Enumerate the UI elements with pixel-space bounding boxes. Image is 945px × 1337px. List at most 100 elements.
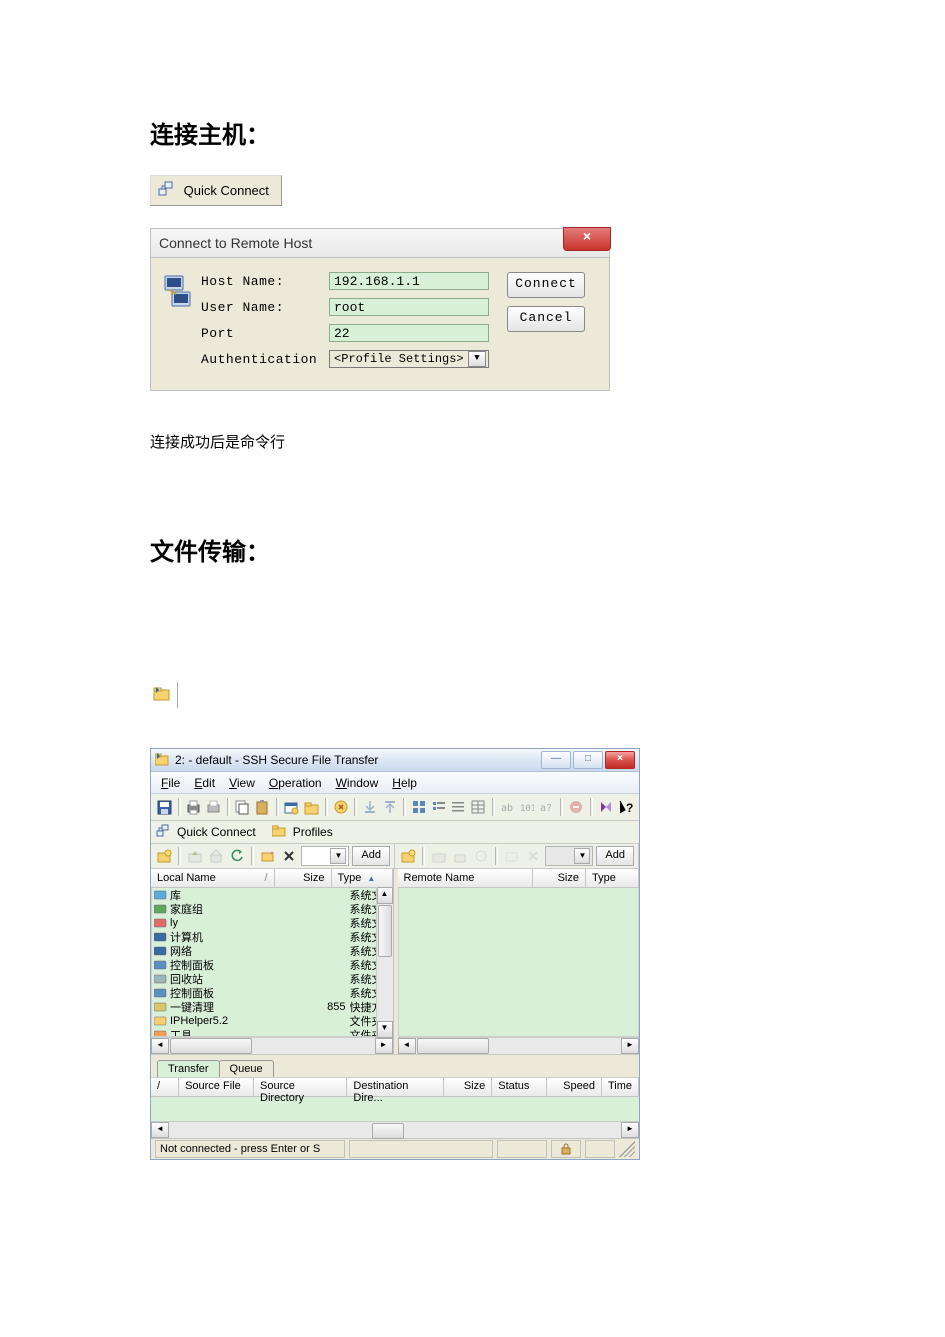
- new-folder-icon[interactable]: [155, 847, 173, 865]
- scroll-thumb[interactable]: [378, 905, 392, 957]
- local-path-input[interactable]: ▼: [301, 846, 349, 866]
- refresh-icon[interactable]: [472, 847, 490, 865]
- stop-icon[interactable]: [568, 798, 585, 816]
- menu-edit[interactable]: Edit: [194, 776, 215, 790]
- upload-icon[interactable]: [382, 798, 399, 816]
- scroll-left-icon[interactable]: ◄: [151, 1038, 169, 1054]
- col-source-dir[interactable]: Source Directory: [254, 1078, 347, 1096]
- list-item[interactable]: 一键清理855快捷方: [152, 1000, 392, 1014]
- scroll-thumb[interactable]: [417, 1038, 489, 1054]
- remote-file-list[interactable]: [398, 888, 640, 1037]
- col-size[interactable]: Size: [444, 1078, 492, 1096]
- small-icons-icon[interactable]: [431, 798, 448, 816]
- new-folder2-icon[interactable]: [503, 847, 521, 865]
- remote-add-button[interactable]: Add: [596, 846, 634, 866]
- help-topics-icon[interactable]: [598, 798, 615, 816]
- quick-connect-button[interactable]: Quick Connect: [150, 175, 282, 206]
- minimize-button[interactable]: —: [541, 751, 571, 769]
- list-item[interactable]: 控制面板系统文: [152, 986, 392, 1000]
- file-transfer-icon[interactable]: [150, 682, 178, 708]
- quick-connect-label[interactable]: Quick Connect: [177, 825, 256, 839]
- home-icon[interactable]: [207, 847, 225, 865]
- cancel-button[interactable]: Cancel: [507, 306, 585, 332]
- scroll-left-icon[interactable]: ◄: [151, 1122, 169, 1138]
- close-button[interactable]: ×: [605, 751, 635, 769]
- scroll-right-icon[interactable]: ►: [621, 1122, 639, 1138]
- remote-hscroll[interactable]: ◄ ►: [398, 1037, 640, 1054]
- large-icons-icon[interactable]: [411, 798, 428, 816]
- context-help-icon[interactable]: ?: [617, 798, 634, 816]
- up-icon[interactable]: [186, 847, 204, 865]
- list-item[interactable]: 回收站系统文: [152, 972, 392, 986]
- save-icon[interactable]: [156, 798, 173, 816]
- col-remote-type[interactable]: Type: [586, 869, 639, 887]
- col-source-file[interactable]: Source File: [179, 1078, 254, 1096]
- maximize-button[interactable]: □: [573, 751, 603, 769]
- col-remote-name[interactable]: Remote Name: [398, 869, 534, 887]
- resize-grip[interactable]: [619, 1141, 635, 1157]
- print-preview-icon[interactable]: [205, 798, 222, 816]
- port-input[interactable]: [329, 324, 489, 342]
- col-speed[interactable]: Speed: [547, 1078, 602, 1096]
- menu-file[interactable]: FFileile: [161, 776, 180, 790]
- scroll-thumb[interactable]: [170, 1038, 252, 1054]
- up-icon[interactable]: [430, 847, 448, 865]
- refresh-icon[interactable]: [228, 847, 246, 865]
- new-terminal-icon[interactable]: [284, 798, 301, 816]
- paste-icon[interactable]: [254, 798, 271, 816]
- tab-transfer[interactable]: Transfer: [157, 1060, 220, 1077]
- menu-window[interactable]: Window: [336, 776, 379, 790]
- scroll-thumb[interactable]: [372, 1123, 404, 1139]
- list-item[interactable]: 计算机系统文: [152, 930, 392, 944]
- new-folder-icon[interactable]: [399, 847, 417, 865]
- new-file-transfer-icon[interactable]: [303, 798, 320, 816]
- disconnect-icon[interactable]: [333, 798, 350, 816]
- tab-queue[interactable]: Queue: [219, 1060, 274, 1077]
- scroll-down-icon[interactable]: ▼: [377, 1021, 393, 1038]
- scroll-up-icon[interactable]: ▲: [377, 887, 393, 904]
- delete-icon[interactable]: [280, 847, 298, 865]
- menu-view[interactable]: View: [229, 776, 255, 790]
- scroll-right-icon[interactable]: ►: [375, 1038, 393, 1054]
- col-dest-dir[interactable]: Destination Dire...: [347, 1078, 444, 1096]
- local-vscroll[interactable]: ▲ ▼: [376, 887, 393, 1038]
- transfer-body[interactable]: [151, 1097, 639, 1122]
- download-icon[interactable]: [362, 798, 379, 816]
- print-icon[interactable]: [186, 798, 203, 816]
- local-file-list[interactable]: 库系统文家庭组系统文ly系统文计算机系统文网络系统文控制面板系统文回收站系统文控…: [151, 888, 393, 1037]
- list-item[interactable]: 网络系统文: [152, 944, 392, 958]
- scroll-left-icon[interactable]: ◄: [398, 1038, 416, 1054]
- list-item[interactable]: 家庭组系统文: [152, 902, 392, 916]
- delete-icon[interactable]: [524, 847, 542, 865]
- transfer-hscroll[interactable]: ◄ ►: [151, 1122, 639, 1139]
- new-folder2-icon[interactable]: [259, 847, 277, 865]
- local-add-button[interactable]: Add: [352, 846, 390, 866]
- menu-help[interactable]: Help: [392, 776, 417, 790]
- ft-titlebar[interactable]: 2: - default - SSH Secure File Transfer …: [151, 749, 639, 772]
- list-icon[interactable]: [450, 798, 467, 816]
- col-status[interactable]: Status: [492, 1078, 547, 1096]
- copy-icon[interactable]: [235, 798, 252, 816]
- home-icon[interactable]: [451, 847, 469, 865]
- binary-icon[interactable]: 101: [519, 798, 536, 816]
- col-time[interactable]: Time: [602, 1078, 639, 1096]
- host-input[interactable]: [329, 272, 489, 290]
- auto-icon[interactable]: a?: [539, 798, 556, 816]
- list-item[interactable]: 控制面板系统文: [152, 958, 392, 972]
- list-item[interactable]: IPHelper5.2文件夹: [152, 1014, 392, 1028]
- details-icon[interactable]: [470, 798, 487, 816]
- user-input[interactable]: [329, 298, 489, 316]
- list-item[interactable]: 工具文件夹: [152, 1028, 392, 1037]
- scroll-right-icon[interactable]: ►: [621, 1038, 639, 1054]
- menu-operation[interactable]: Operation: [269, 776, 322, 790]
- list-item[interactable]: 库系统文: [152, 888, 392, 902]
- connect-button[interactable]: Connect: [507, 272, 585, 298]
- profiles-label[interactable]: Profiles: [293, 825, 333, 839]
- col-local-size[interactable]: Size: [275, 869, 332, 887]
- local-hscroll[interactable]: ◄ ►: [151, 1037, 393, 1054]
- ascii-icon[interactable]: ab: [500, 798, 517, 816]
- col-sort[interactable]: /: [151, 1078, 179, 1096]
- col-local-type[interactable]: Type▲: [332, 869, 393, 887]
- list-item[interactable]: ly系统文: [152, 916, 392, 930]
- col-local-name[interactable]: Local Name/: [151, 869, 275, 887]
